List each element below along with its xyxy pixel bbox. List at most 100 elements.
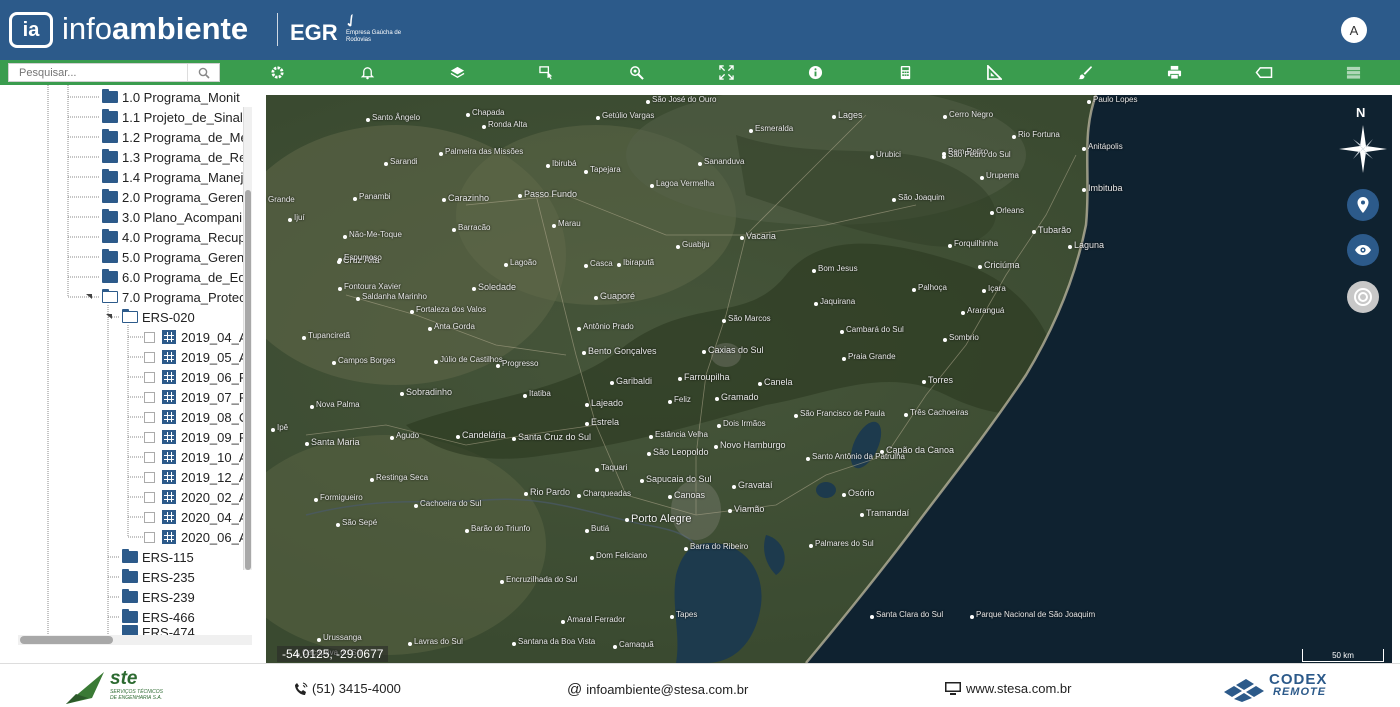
tree-subfolder[interactable]: ERS-239 [122,587,195,607]
city-marker-dot [904,413,908,417]
tree-folder-label: 6.0 Programa_de_Ed [122,269,246,285]
tree-layer-label: 2019_07_F [181,389,247,405]
tree-subfolder[interactable]: ERS-235 [122,567,195,587]
layer-checkbox[interactable] [144,411,155,423]
ia-logo-mark[interactable]: ia [9,12,53,48]
target-icon [1354,288,1372,306]
city-marker-dot [610,381,614,385]
city-marker-dot [948,244,952,248]
locate-button[interactable] [1347,189,1379,221]
tree-folder[interactable]: 1.3 Programa_de_Re [102,147,246,167]
tree-layer[interactable]: 2019_06_F [144,367,247,387]
layer-checkbox[interactable] [144,331,155,343]
city-label: Canoas [674,490,706,500]
label-button[interactable] [1254,63,1274,82]
draw-button[interactable] [1074,63,1094,82]
bell-icon [360,67,374,80]
city-label: Forquilhinha [954,239,999,248]
city-marker-dot [428,327,432,331]
satellite-map[interactable]: Porto Alegre Caxias do Sul Passo Fundo Novo… [266,95,1392,663]
city-marker-dot [650,184,654,188]
city-marker-dot [595,468,599,472]
settings-button[interactable] [267,63,287,82]
city-label: Amaral Ferrador [567,615,626,624]
cursor-coordinates: -54.0125, -29.0677 [277,646,389,662]
tree-layer[interactable]: 2019_08_C [144,407,248,427]
search-input[interactable] [9,64,187,81]
tree-layer[interactable]: 2019_09_F [144,427,247,447]
calculator-button[interactable] [895,63,915,82]
tree-folder[interactable]: 1.1 Projeto_de_Sinal [102,107,243,127]
tree-folder[interactable]: 6.0 Programa_de_Ed [102,267,246,287]
city-marker-dot [668,400,672,404]
city-marker-dot [512,437,516,441]
layer-checkbox[interactable] [144,351,155,363]
raster-layer-icon [162,430,176,444]
tree-folder-expanded[interactable]: 7.0 Programa_Protec [102,287,246,307]
email-contact[interactable]: @ infoambiente@stesa.com.br [567,681,748,698]
tree-layer[interactable]: 2019_04_A [144,327,248,347]
tree-folder[interactable]: 2.0 Programa_Geren [102,187,244,207]
visibility-button[interactable] [1347,234,1379,266]
phone-contact[interactable]: (51) 3415-4000 [294,681,401,696]
at-sign-icon: @ [567,681,583,698]
tree-layer[interactable]: 2020_06_A [144,527,248,547]
tree-layer[interactable]: 2019_07_F [144,387,247,407]
tree-layer[interactable]: 2019_05_A [144,347,248,367]
tree-layer[interactable]: 2019_12_A [144,467,248,487]
city-label: Cachoeira do Sul [420,499,482,508]
tree-folder[interactable]: 4.0 Programa_Recup [102,227,246,247]
city-marker-dot [496,364,500,368]
city-label: Santana da Boa Vista [518,637,596,646]
tree-subfolder-expanded[interactable]: ERS-020 [122,307,195,327]
tree-folder-label: 4.0 Programa_Recup [122,229,246,245]
layer-checkbox[interactable] [144,511,155,523]
layer-checkbox[interactable] [144,471,155,483]
fullscreen-button[interactable] [716,63,736,82]
tree-vertical-scroll-thumb[interactable] [245,190,251,570]
select-feature-button[interactable] [536,63,556,82]
city-label: Barão do Triunfo [471,524,531,533]
infoambiente-logo[interactable]: infoambiente [62,10,248,48]
layers-button[interactable] [447,63,467,82]
target-button[interactable] [1347,281,1379,313]
tree-layer[interactable]: 2020_04_A [144,507,248,527]
info-button[interactable] [805,63,825,82]
city-label: Taquari [601,463,628,472]
tree-folder[interactable]: 1.2 Programa_de_Me [102,127,248,147]
layer-checkbox[interactable] [144,451,155,463]
city-marker-dot [343,235,347,239]
city-marker-dot [892,198,896,202]
tree-folder[interactable]: 1.4 Programa_Manej [102,167,243,187]
city-marker-dot [561,620,565,624]
layer-checkbox[interactable] [144,391,155,403]
city-marker-dot [982,289,986,293]
compass-rose-icon[interactable] [1337,123,1389,175]
tree-subfolder[interactable]: ERS-466 [122,607,195,627]
city-marker-dot [625,518,629,522]
user-avatar[interactable]: A [1341,17,1367,43]
city-label: Urupema [986,171,1019,180]
measure-button[interactable] [984,63,1004,82]
database-button[interactable] [1343,63,1363,82]
tree-folder[interactable]: 5.0 Programa_Geren [102,247,244,267]
website-link[interactable]: www.stesa.com.br [944,681,1071,696]
search-button[interactable] [187,64,219,81]
city-label: São José do Ouro [652,95,717,104]
layer-checkbox[interactable] [144,531,155,543]
zoom-search-button[interactable] [626,63,646,82]
tree-horizontal-scroll-thumb[interactable] [20,636,113,644]
tree-subfolder[interactable]: ERS-474 [122,625,195,635]
tree-folder[interactable]: 1.0 Programa_Monit [102,87,240,107]
tree-folder[interactable]: 3.0 Plano_Acompani [102,207,242,227]
folder-icon [102,89,118,103]
print-button[interactable] [1164,63,1184,82]
tree-layer[interactable]: 2020_02_A [144,487,248,507]
layer-checkbox[interactable] [144,491,155,503]
tree-layer[interactable]: 2019_10_A [144,447,248,467]
layers-icon [450,66,464,78]
layer-checkbox[interactable] [144,371,155,383]
layer-checkbox[interactable] [144,431,155,443]
tree-subfolder[interactable]: ERS-115 [122,547,194,567]
notifications-button[interactable] [357,63,377,82]
